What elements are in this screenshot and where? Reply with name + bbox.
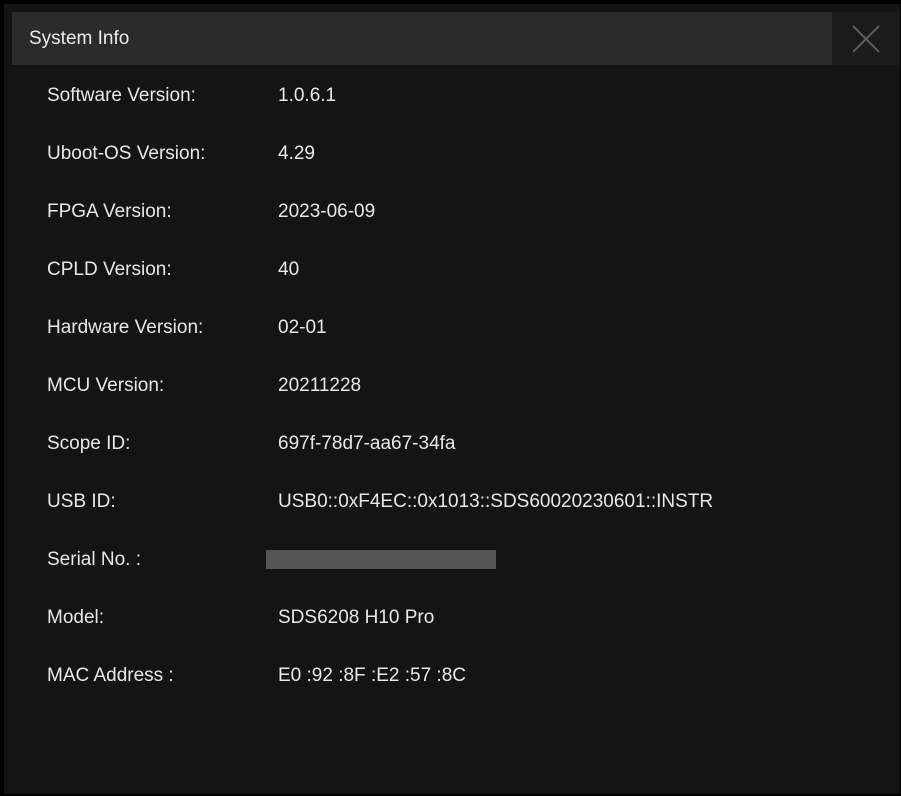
info-label: Hardware Version:	[47, 317, 204, 338]
serial-number-redaction	[266, 550, 496, 569]
info-value: 2023-06-09	[278, 201, 376, 222]
system-info-dialog: System Info Software Version: 1.0.6.1 Ub…	[4, 4, 900, 794]
info-label: MCU Version:	[47, 375, 165, 396]
info-label: FPGA Version:	[47, 201, 172, 222]
info-value: USB0::0xF4EC::0x1013::SDS60020230601::IN…	[278, 491, 714, 512]
close-icon	[852, 25, 880, 53]
info-label: CPLD Version:	[47, 259, 172, 280]
info-label: USB ID:	[47, 491, 116, 512]
info-row-cpld-version: CPLD Version: 40	[4, 250, 900, 290]
info-value: 40	[278, 259, 300, 280]
info-value: 4.29	[278, 143, 315, 164]
info-row-fpga-version: FPGA Version: 2023-06-09	[4, 192, 900, 232]
info-value: E0 :92 :8F :E2 :57 :8C	[278, 665, 466, 686]
info-label: Scope ID:	[47, 433, 131, 454]
info-label: Serial No. :	[47, 549, 141, 570]
close-button[interactable]	[832, 12, 900, 65]
info-value: 1.0.6.1	[278, 85, 337, 106]
info-row-mac-address: MAC Address : E0 :92 :8F :E2 :57 :8C	[4, 656, 900, 696]
info-row-uboot-os-version: Uboot-OS Version: 4.29	[4, 134, 900, 174]
info-row-usb-id: USB ID: USB0::0xF4EC::0x1013::SDS6002023…	[4, 482, 900, 522]
info-value: 20211228	[278, 375, 362, 396]
info-value: 02-01	[278, 317, 327, 338]
info-row-serial-no: Serial No. :	[4, 540, 900, 580]
info-label: Uboot-OS Version:	[47, 143, 206, 164]
info-label: Software Version:	[47, 85, 196, 106]
info-label: MAC Address :	[47, 665, 174, 686]
info-row-model: Model: SDS6208 H10 Pro	[4, 598, 900, 638]
info-value: SDS6208 H10 Pro	[278, 607, 435, 628]
info-value: 697f-78d7-aa67-34fa	[278, 433, 456, 454]
info-row-scope-id: Scope ID: 697f-78d7-aa67-34fa	[4, 424, 900, 464]
dialog-titlebar: System Info	[12, 12, 900, 65]
info-label: Model:	[47, 607, 105, 628]
info-row-mcu-version: MCU Version: 20211228	[4, 366, 900, 406]
info-row-software-version: Software Version: 1.0.6.1	[4, 76, 900, 116]
info-row-hardware-version: Hardware Version: 02-01	[4, 308, 900, 348]
dialog-title: System Info	[29, 28, 130, 49]
